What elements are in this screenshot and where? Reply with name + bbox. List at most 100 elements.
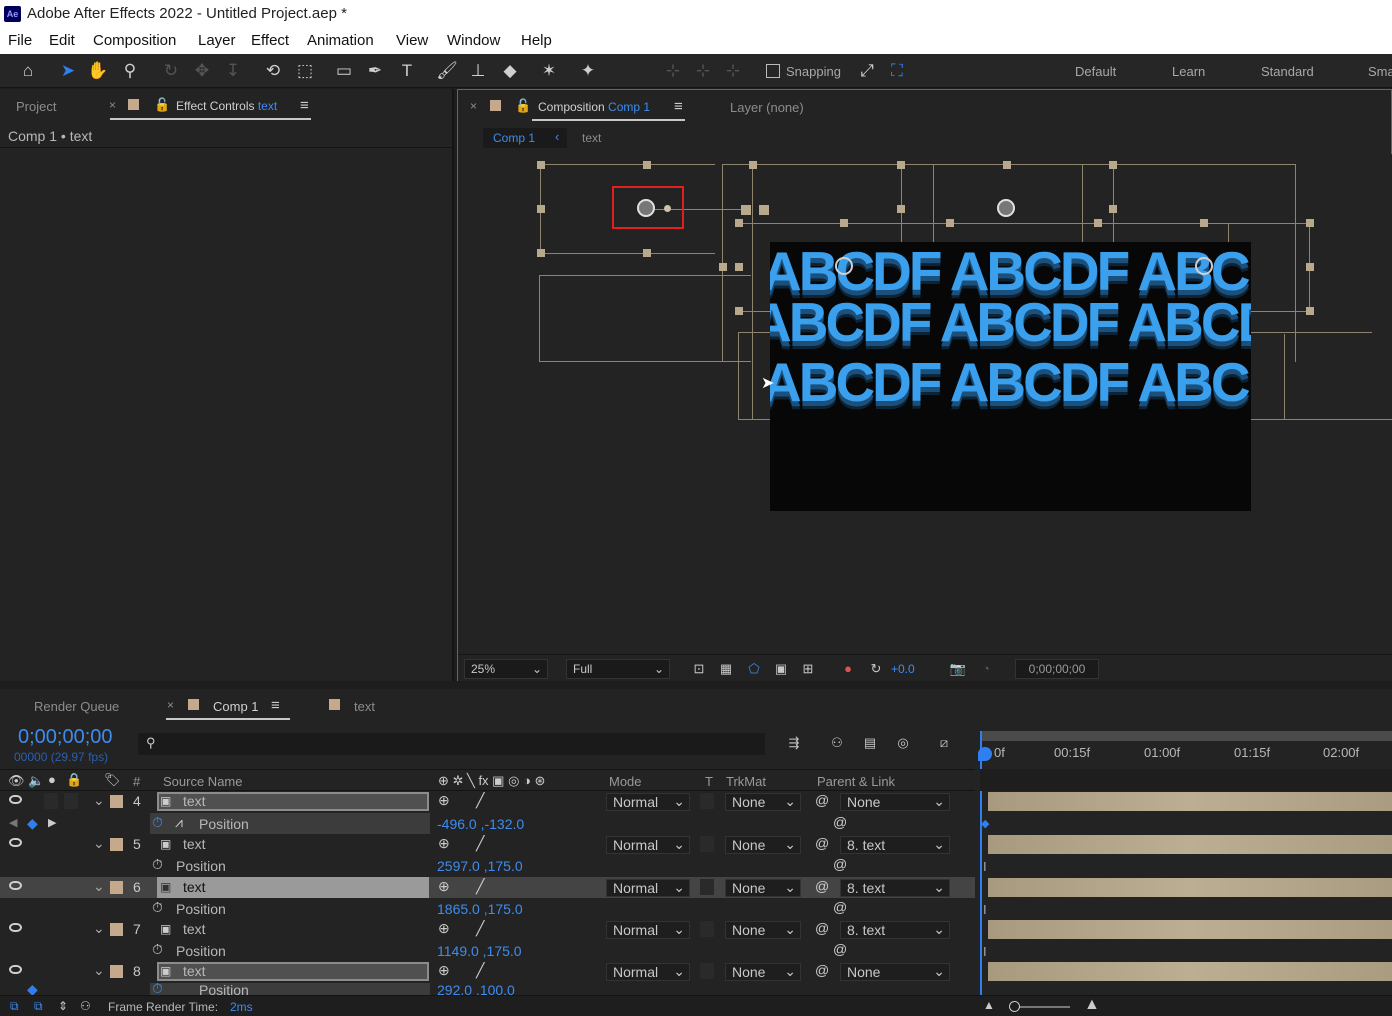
stopwatch-icon[interactable]: ⏱ [152,856,163,873]
layer-switches-toggle-icon[interactable]: ⧉ [10,999,19,1014]
panel-menu-icon[interactable]: ≡ [300,97,309,114]
composition-canvas[interactable]: ABCDF ABCDF ABCD ABCDF ABCDF ABCD ABCDF … [770,242,1251,511]
zoom-slider-handle[interactable] [1009,1001,1020,1012]
hand-tool-icon[interactable]: ✋ [87,60,109,82]
lock-switch[interactable] [64,793,78,809]
layer-handle[interactable] [735,307,743,315]
stopwatch-icon[interactable]: ⏱ [152,814,163,831]
quality-switch-icon[interactable]: ╱ [476,878,484,895]
blend-mode-select[interactable]: Normal ⌄ [606,921,690,939]
layer-handle[interactable] [946,219,954,227]
layer-handle[interactable] [759,205,769,215]
anchor-point-icon[interactable] [997,199,1015,217]
layer-handle[interactable] [1094,219,1102,227]
lock-icon[interactable]: 🔓 [154,97,170,113]
layer-handle[interactable] [537,249,545,257]
layer-label-color[interactable] [110,795,123,808]
blend-mode-select[interactable]: Normal ⌄ [606,879,690,897]
shy-switch-icon[interactable]: ⊕ [438,792,450,809]
render-time-icon[interactable]: ⚇ [80,999,91,1013]
shy-switch-icon[interactable]: ⊕ [438,878,450,895]
stopwatch-icon[interactable]: ⏱ [152,941,163,958]
dolly-camera-icon[interactable]: ↧ [222,60,244,82]
position-value[interactable]: -496.0 ,-132.0 [437,816,524,832]
layer-handle[interactable] [537,205,545,213]
position-value[interactable]: 2597.0 ,175.0 [437,858,523,874]
layer-handle[interactable] [1109,161,1117,169]
menu-layer[interactable]: Layer [198,32,236,49]
transfer-controls-toggle-icon[interactable]: ⧉ [34,999,43,1014]
shy-switch-icon[interactable]: ⊕ [438,920,450,937]
zoom-tool-icon[interactable]: ⚲ [119,60,141,82]
show-snapshot-icon[interactable]: ◔ [977,660,995,678]
transparency-grid-icon[interactable]: ▦ [717,660,735,678]
layer-handle[interactable] [643,161,651,169]
layer-name[interactable]: text [183,836,206,852]
menu-effect[interactable]: Effect [251,32,289,49]
shy-switch-icon[interactable]: ⊕ [438,835,450,852]
panel-menu-icon[interactable]: ≡ [271,697,280,714]
layer-row[interactable]: ⌄ 4 ▣ text ⊕ ╱ Normal ⌄ None ⌄ @ None ⌄ [0,791,975,812]
track-matte-select[interactable]: None ⌄ [725,879,801,897]
eraser-tool-icon[interactable]: ◆ [499,60,521,82]
preserve-transparency-switch[interactable] [700,963,714,979]
pick-whip-icon[interactable]: @ [833,899,847,915]
frame-blending-icon[interactable]: ▤ [861,734,879,752]
menu-help[interactable]: Help [521,32,552,49]
comp-nav-layer[interactable]: text [582,131,601,145]
close-icon[interactable]: × [167,698,174,712]
fast-previews-icon[interactable]: ⊡ [690,660,708,678]
snap-features-icon[interactable]: ⛶ [886,60,908,82]
snapping-checkbox[interactable] [766,64,780,78]
view-axis-icon[interactable]: ⊹ [722,60,744,82]
pick-whip-icon[interactable]: @ [815,962,829,978]
composition-viewer[interactable]: ABCDF ABCDF ABCD ABCDF ABCDF ABCD ABCDF … [458,154,1392,654]
layer-label-color[interactable] [110,881,123,894]
position-value[interactable]: 1149.0 ,175.0 [437,943,522,959]
property-row[interactable]: ◆ ⏱ Position 292.0 ,100.0 [0,983,975,995]
comp-nav-current[interactable]: Comp 1 ‹ [483,128,567,148]
current-timecode[interactable]: 0;00;00;00 [18,726,113,749]
preserve-transparency-switch[interactable] [700,836,714,852]
position-value[interactable]: 1865.0 ,175.0 [437,901,523,917]
prev-keyframe-icon[interactable]: ◀ [9,816,17,829]
layer-handle[interactable] [897,161,905,169]
parent-select[interactable]: None ⌄ [840,793,950,811]
solo-switch[interactable] [44,793,58,809]
pick-whip-icon[interactable]: @ [815,920,829,936]
workspace-default[interactable]: Default [1075,64,1116,79]
quality-switch-icon[interactable]: ╱ [476,920,484,937]
layer-label-color[interactable] [110,838,123,851]
layer-search-input[interactable]: ⚲ [138,733,765,755]
chevron-down-icon[interactable]: ⌄ [93,792,105,809]
stopwatch-icon[interactable]: ⏱ [152,983,163,995]
chevron-down-icon[interactable]: ⌄ [93,920,105,937]
orbit-camera-icon[interactable]: ↻ [160,60,182,82]
shy-switch-icon[interactable]: ⊕ [438,962,450,979]
rectangle-tool-icon[interactable]: ▭ [333,60,355,82]
tab-comp-1[interactable]: Comp 1 [213,699,259,714]
tab-project[interactable]: Project [16,99,56,114]
world-axis-icon[interactable]: ⊹ [692,60,714,82]
roto-brush-icon[interactable]: ✶ [538,60,560,82]
tab-text-comp[interactable]: text [354,699,375,714]
menu-edit[interactable]: Edit [49,32,75,49]
track-matte-select[interactable]: None ⌄ [725,963,801,981]
blend-mode-select[interactable]: Normal ⌄ [606,963,690,981]
blend-mode-select[interactable]: Normal ⌄ [606,836,690,854]
layer-handle[interactable] [840,219,848,227]
chevron-down-icon[interactable]: ⌄ [93,962,105,979]
pick-whip-icon[interactable]: @ [815,878,829,894]
panel-menu-icon[interactable]: ≡ [674,98,683,115]
layer-handle[interactable] [741,205,751,215]
layer-name[interactable]: text [183,921,206,937]
keyframe-marker[interactable]: I [983,859,987,874]
anchor-point-icon[interactable] [835,257,853,275]
anchor-point-tool-icon[interactable]: ⬚ [294,60,316,82]
mask-visibility-icon[interactable]: ⬠ [745,660,763,678]
zoom-out-icon[interactable]: ▲ [983,998,995,1012]
layer-handle[interactable] [749,161,757,169]
zoom-in-icon[interactable]: ▲ [1084,996,1100,1014]
position-value[interactable]: 292.0 ,100.0 [437,983,515,995]
menu-animation[interactable]: Animation [307,32,374,49]
